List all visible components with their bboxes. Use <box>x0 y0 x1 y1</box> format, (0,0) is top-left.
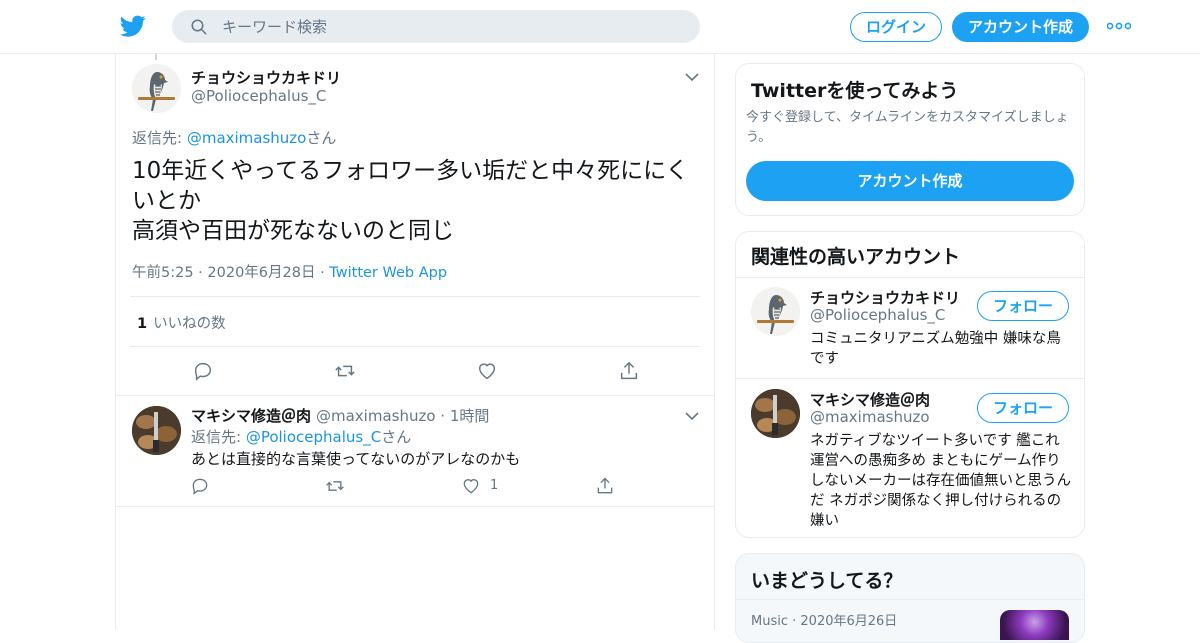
related-account-handle[interactable]: @Poliocephalus_C <box>810 306 945 324</box>
reply-to-line: 返信先: @maximashuzoさん <box>132 127 336 148</box>
thread-connector-line <box>155 54 157 60</box>
reply-time-ago[interactable]: 1時間 <box>450 407 490 425</box>
divider <box>736 277 1084 278</box>
divider <box>130 296 700 297</box>
reply-like-count: 1 <box>490 478 499 493</box>
meat-avatar-icon <box>751 389 800 438</box>
signup-card-subtitle: 今すぐ登録して、タイムラインをカスタマイズしましょう。 <box>746 110 1069 145</box>
like-count: 1 <box>137 316 148 332</box>
search-icon <box>191 19 207 35</box>
tweet-text-line: 10年近くやってるフォロワー多い垢だと中々死ににくいとか <box>132 158 689 214</box>
divider <box>736 378 1084 379</box>
reply-author-handle[interactable]: @maximashuzo · 1時間 <box>316 405 489 426</box>
related-account-bio: ネガティブなツイート多いです 艦これ運営への愚痴多め まともにゲーム作りしないメ… <box>810 433 1071 529</box>
bird-avatar-icon <box>132 64 181 113</box>
trend-thumbnail-image[interactable] <box>1000 610 1069 640</box>
reply-suffix: さん <box>381 428 412 446</box>
separator-dot: · <box>320 265 330 281</box>
reply-tweet-text: あとは直接的な言葉使ってないのがアレなのかも <box>191 450 521 468</box>
trend-category: Music <box>751 614 788 629</box>
avatar[interactable] <box>132 64 181 113</box>
bird-avatar-icon <box>751 287 800 336</box>
share-icon[interactable] <box>595 476 615 496</box>
avatar[interactable] <box>132 406 181 455</box>
trend-date: 2020年6月26日 <box>800 614 898 629</box>
tweet-source-link[interactable]: Twitter Web App <box>329 265 447 281</box>
top-navigation-bar: ログイン アカウント作成 <box>0 0 1200 54</box>
tweet-date[interactable]: 2020年6月28日 <box>207 265 315 281</box>
reply-author-name[interactable]: マキシマ修造＠肉 <box>191 405 311 426</box>
related-account-name[interactable]: チョウショウカキドリ <box>810 287 960 308</box>
reply-icon[interactable] <box>190 476 210 496</box>
like-stats[interactable]: 1 いいねの数 <box>137 312 226 333</box>
related-accounts-title: 関連性の高いアカウント <box>751 246 961 268</box>
search-input[interactable] <box>222 16 682 37</box>
related-account-name[interactable]: マキシマ修造＠肉 <box>810 389 930 410</box>
separator-dot: · <box>788 614 801 629</box>
avatar[interactable] <box>751 287 800 336</box>
divider <box>736 599 1084 600</box>
tweet-text: 10年近くやってるフォロワー多い垢だと中々死ににくいとか 高須や百田が死なないの… <box>132 156 702 246</box>
more-options-icon[interactable] <box>1107 22 1131 30</box>
main-timeline-column: チョウショウカキドリ @Poliocephalus_C 返信先: @maxima… <box>115 54 715 630</box>
signup-button[interactable]: アカウント作成 <box>952 12 1089 42</box>
separator-dot: · <box>435 407 450 425</box>
related-account-handle[interactable]: @maximashuzo <box>810 408 930 426</box>
card-signup-button[interactable]: アカウント作成 <box>746 161 1074 201</box>
share-icon[interactable] <box>618 360 640 382</box>
reply-suffix: さん <box>306 129 337 147</box>
signup-card-title: Twitterを使ってみよう <box>751 80 959 102</box>
login-button[interactable]: ログイン <box>850 12 942 42</box>
retweet-icon[interactable] <box>334 360 356 382</box>
reply-to-line: 返信先: @Poliocephalus_Cさん <box>191 426 411 447</box>
reply-icon[interactable] <box>192 360 214 382</box>
reply-handle-text[interactable]: @maximashuzo <box>316 407 436 425</box>
follow-button[interactable]: フォロー <box>977 291 1069 321</box>
retweet-icon[interactable] <box>325 476 345 496</box>
twitter-bird-logo-icon[interactable] <box>120 13 146 39</box>
tweet-text-line: 高須や百田が死なないのと同じ <box>132 218 454 244</box>
trends-title: いまどうしてる？ <box>751 570 903 592</box>
reply-target-link[interactable]: @maximashuzo <box>187 129 307 147</box>
follow-button[interactable]: フォロー <box>977 393 1069 423</box>
reply-prefix: 返信先: <box>191 428 246 446</box>
chevron-down-icon[interactable] <box>685 72 699 82</box>
divider <box>130 346 700 347</box>
related-accounts-card: 関連性の高いアカウント チョウショウカキドリ @Poliocephalus_C … <box>735 231 1085 538</box>
search-box[interactable] <box>172 10 700 43</box>
tweet-time[interactable]: 午前5:25 <box>132 265 194 281</box>
divider <box>116 506 714 507</box>
like-heart-icon[interactable] <box>461 476 481 496</box>
like-heart-icon[interactable] <box>476 360 498 382</box>
reply-prefix: 返信先: <box>132 129 187 147</box>
related-account-bio: コミュニタリアニズム勉強中 嫌味な鳥です <box>810 331 1061 367</box>
meat-avatar-icon <box>132 406 181 455</box>
chevron-down-icon[interactable] <box>685 411 699 421</box>
tweet-author-handle[interactable]: @Poliocephalus_C <box>191 87 326 105</box>
tweet-author-name[interactable]: チョウショウカキドリ <box>191 67 341 88</box>
separator-dot: · <box>198 265 208 281</box>
like-label: いいねの数 <box>153 316 226 332</box>
avatar[interactable] <box>751 389 800 438</box>
reply-target-link[interactable]: @Poliocephalus_C <box>246 428 381 446</box>
tweet-metadata: 午前5:25 · 2020年6月28日 · Twitter Web App <box>132 261 447 282</box>
divider <box>116 395 714 396</box>
trend-item-meta[interactable]: Music · 2020年6月26日 <box>751 610 897 629</box>
signup-card: Twitterを使ってみよう 今すぐ登録して、タイムラインをカスタマイズしましょ… <box>735 63 1085 216</box>
